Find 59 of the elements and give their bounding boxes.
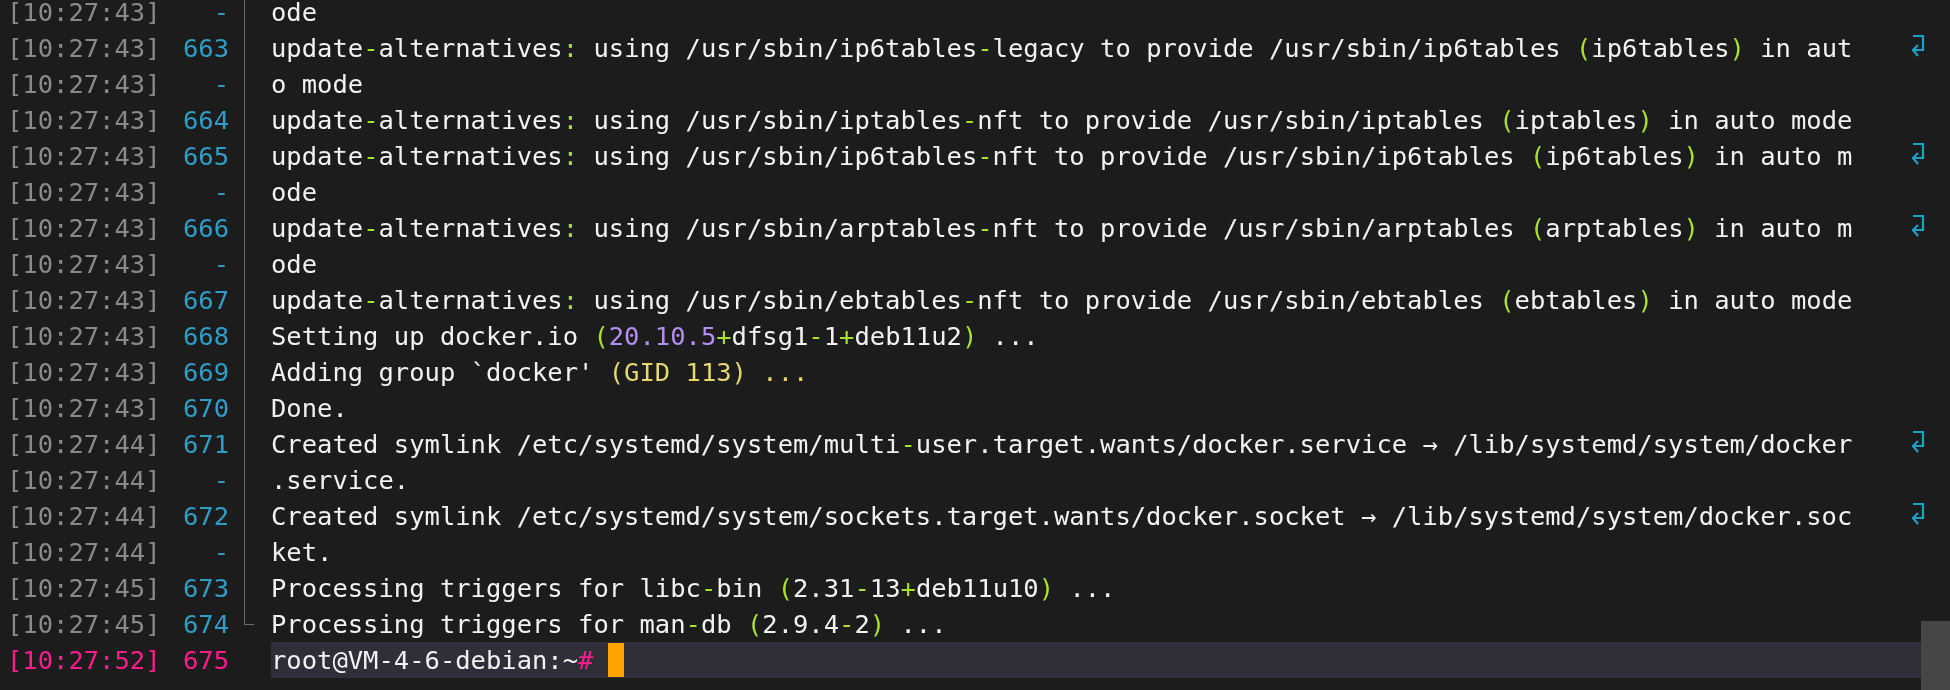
output-line: ode [271, 248, 319, 281]
output-line: update-alternatives: using /usr/sbin/ebtables-nft to provide /usr/sbin/ebtables (ebtables) in auto mode [271, 284, 1854, 317]
line-number: 664 [181, 104, 229, 137]
line-number: 675 [181, 644, 229, 677]
timestamp: [10:27:43] [7, 248, 162, 281]
timestamp: [10:27:44] [7, 428, 162, 461]
timestamp: [10:27:44] [7, 464, 162, 497]
line-number: - [212, 536, 229, 569]
timestamp: [10:27:43] [7, 176, 162, 209]
line-number: - [212, 464, 229, 497]
timestamp: [10:27:43] [7, 356, 162, 389]
timestamp: [10:27:45] [7, 572, 162, 605]
output-line: Done. [271, 392, 349, 425]
output-line: ket. [271, 536, 334, 569]
output-line: Processing triggers for libc-bin (2.31-13+deb11u10) ... [271, 572, 1117, 605]
output-line: o mode [271, 68, 365, 101]
timestamp: [10:27:45] [7, 608, 162, 641]
line-number: 671 [181, 428, 229, 461]
output-line: ode [271, 176, 319, 209]
output-line: Setting up docker.io (20.10.5+dfsg1-1+deb11u2) ... [271, 320, 1040, 353]
timestamp: [10:27:43] [7, 284, 162, 317]
output-line: ode [271, 0, 319, 29]
timestamp: [10:27:44] [7, 536, 162, 569]
timestamp: [10:27:43] [7, 32, 162, 65]
line-number: 674 [181, 608, 229, 641]
line-number: 670 [181, 392, 229, 425]
timestamp: [10:27:43] [7, 320, 162, 353]
output-line: update-alternatives: using /usr/sbin/iptables-nft to provide /usr/sbin/iptables (iptables) in auto mode [271, 104, 1854, 137]
line-number: 665 [181, 140, 229, 173]
timestamp: [10:27:43] [7, 140, 162, 173]
timestamp: [10:27:43] [7, 212, 162, 245]
line-number: 668 [181, 320, 229, 353]
output-line: update-alternatives: using /usr/sbin/ip6tables-nft to provide /usr/sbin/ip6tables (ip6tables) in auto m [271, 140, 1854, 173]
output-line: update-alternatives: using /usr/sbin/arptables-nft to provide /usr/sbin/arptables (arptables) in auto m [271, 212, 1854, 245]
timestamp: [10:27:43] [7, 104, 162, 137]
output-line: Created symlink /etc/systemd/system/multi-user.target.wants/docker.service → /lib/systemd/system/docker [271, 428, 1854, 461]
line-number: - [212, 248, 229, 281]
timestamp: [10:27:43] [7, 392, 162, 425]
timestamp: [10:27:43] [7, 68, 162, 101]
line-number: 673 [181, 572, 229, 605]
prompt-text: root@VM-4-6-debian:~# [271, 644, 594, 677]
line-number: 663 [181, 32, 229, 65]
timestamp: [10:27:52] [7, 644, 162, 677]
line-number: - [212, 0, 229, 29]
line-number: 669 [181, 356, 229, 389]
timestamp: [10:27:43] [7, 0, 162, 29]
line-number: - [212, 176, 229, 209]
line-number: 666 [181, 212, 229, 245]
output-line: Created symlink /etc/systemd/system/sockets.target.wants/docker.socket → /lib/systemd/system/docker.soc [271, 500, 1854, 533]
output-line: Processing triggers for man-db (2.9.4-2) ... [271, 608, 948, 641]
timestamp: [10:27:44] [7, 500, 162, 533]
line-number: 672 [181, 500, 229, 533]
output-line: Adding group `docker' (GID 113) ... [271, 356, 810, 389]
scrollbar-thumb[interactable] [1921, 621, 1950, 690]
text-cursor [608, 643, 625, 677]
output-line: update-alternatives: using /usr/sbin/ip6tables-legacy to provide /usr/sbin/ip6tables (ip6tables) in aut [271, 32, 1854, 65]
output-line: .service. [271, 464, 411, 497]
line-number: - [212, 68, 229, 101]
line-number: 667 [181, 284, 229, 317]
